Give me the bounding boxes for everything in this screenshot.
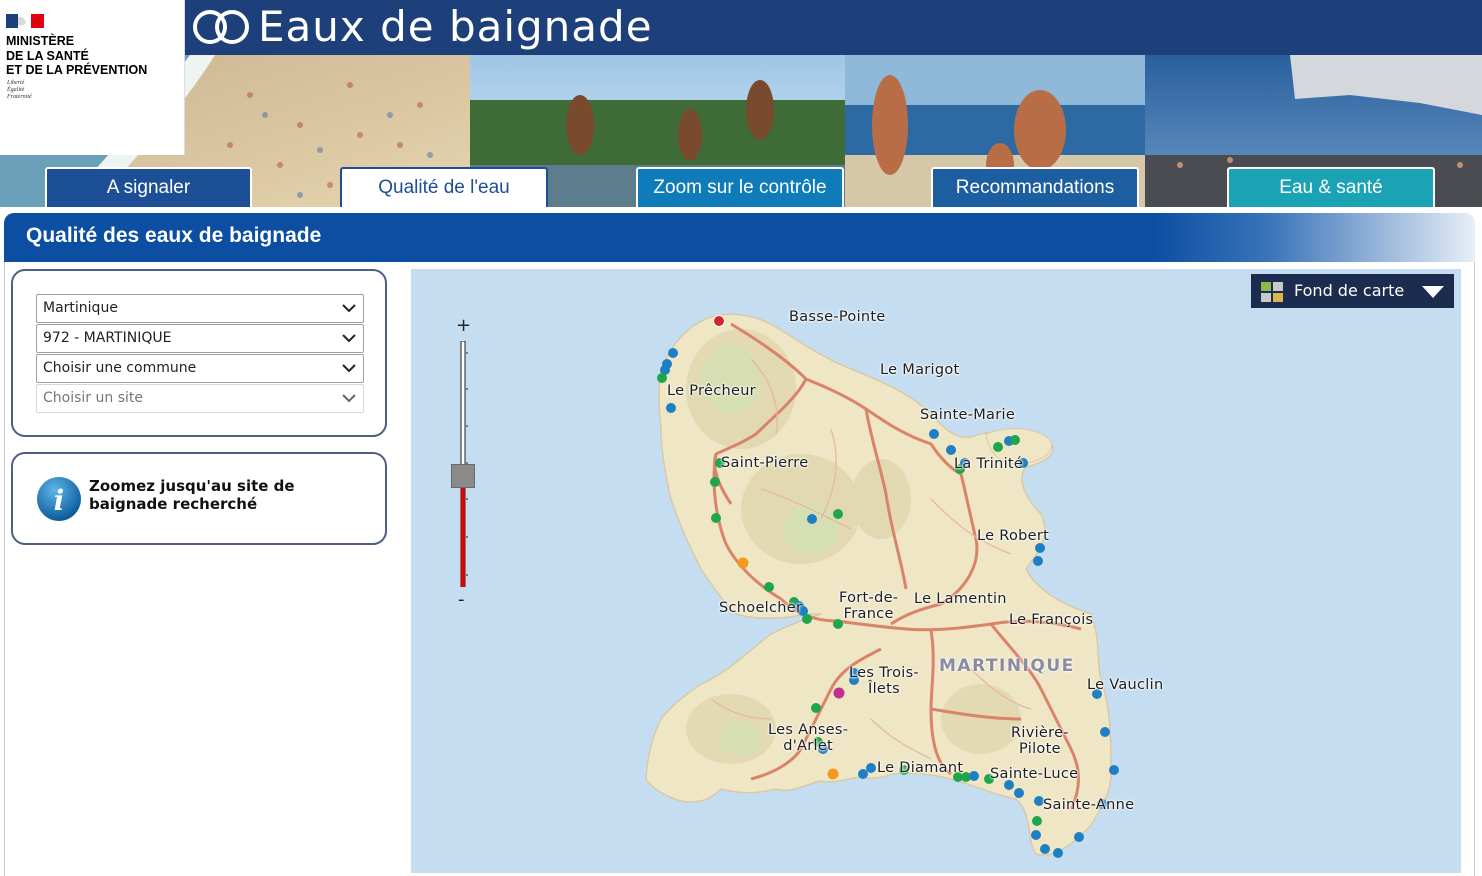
- caret-down-icon: [1422, 286, 1444, 298]
- zoom-slider[interactable]: + -: [451, 317, 475, 617]
- site-marker-orange: [737, 557, 749, 569]
- site-marker-blue: [1035, 543, 1045, 553]
- zoom-thumb[interactable]: [451, 464, 475, 488]
- site-marker-blue: [866, 763, 876, 773]
- site-marker-green: [711, 513, 721, 523]
- site-marker-green: [802, 614, 812, 624]
- info-message: Zoomez jusqu'au site de baignade recherc…: [89, 477, 295, 513]
- site-marker-green: [811, 703, 821, 713]
- ministry-logo[interactable]: MINISTÈRE DE LA SANTÉ ET DE LA PRÉVENTIO…: [0, 0, 185, 155]
- site-marker-blue: [858, 769, 868, 779]
- site-marker-orange: [827, 768, 839, 780]
- ministry-name: MINISTÈRE DE LA SANTÉ ET DE LA PRÉVENTIO…: [6, 34, 148, 77]
- place-label-sainte-marie: Sainte-Marie: [920, 407, 1016, 423]
- site-marker-blue: [1040, 844, 1050, 854]
- place-label-le-precheur: Le Prêcheur: [667, 383, 756, 399]
- site-marker-blue: [666, 403, 676, 413]
- info-panel: i Zoomez jusqu'au site de baignade reche…: [11, 452, 387, 545]
- section-title: Qualité des eaux de baignade: [26, 224, 322, 247]
- basemap-button-label: Fond de carte: [1294, 281, 1405, 300]
- site-marker-blue: [1074, 832, 1084, 842]
- map-view[interactable]: Basse-Pointe Le Marigot Le Prêcheur Sain…: [411, 269, 1461, 873]
- site-marker-magenta: [833, 687, 845, 699]
- place-label-riviere-pilote: Rivière- Pilote: [1011, 725, 1069, 757]
- site-marker-blue: [1014, 788, 1024, 798]
- filter-panel: Martinique 972 - MARTINIQUE Choisir une …: [11, 269, 387, 437]
- place-label-schoelcher: Schoelcher: [719, 600, 803, 616]
- place-label-fort-de-france: Fort-de- France: [839, 590, 899, 622]
- basemap-grid-icon: [1261, 282, 1283, 302]
- site-marker-blue: [1033, 556, 1043, 566]
- place-label-le-francois: Le François: [1009, 612, 1094, 628]
- place-label-saint-pierre: Saint-Pierre: [721, 455, 809, 471]
- site-banner: Eaux de baignade MINISTÈRE DE LA SANTÉ E…: [0, 0, 1482, 207]
- chevron-down-icon: [342, 304, 356, 313]
- place-label-le-diamant: Le Diamant: [877, 760, 964, 776]
- tab-recommandations[interactable]: Recommandations: [931, 167, 1139, 207]
- place-label-le-lamentin: Le Lamentin: [914, 591, 1007, 607]
- site-marker-blue: [1109, 765, 1119, 775]
- commune-select[interactable]: Choisir une commune: [36, 354, 364, 383]
- place-label-les-anses-darlet: Les Anses- d'Arlet: [768, 722, 849, 754]
- site-marker-green: [657, 373, 667, 383]
- info-icon: i: [37, 477, 81, 521]
- site-select-value: Choisir un site: [43, 390, 143, 406]
- place-label-les-trois-ilets: Les Trois- Îlets: [849, 665, 919, 697]
- section-header: Qualité des eaux de baignade: [4, 213, 1475, 262]
- region-select[interactable]: Martinique: [36, 294, 364, 323]
- site-marker-green: [833, 509, 843, 519]
- basemap-button[interactable]: Fond de carte: [1251, 274, 1454, 308]
- site-select[interactable]: Choisir un site: [36, 384, 364, 413]
- marianne-flag-icon: [6, 14, 44, 28]
- site-title: Eaux de baignade: [258, 2, 653, 51]
- tab-zoom-sur-le-controle[interactable]: Zoom sur le contrôle: [636, 167, 844, 207]
- ministry-motto: Liberté Égalité Fraternité: [7, 80, 32, 100]
- region-select-value: Martinique: [43, 300, 118, 316]
- site-marker-green: [1032, 816, 1042, 826]
- island-label: MARTINIQUE: [939, 656, 1075, 676]
- chevron-down-icon: [342, 364, 356, 373]
- site-marker-red: [713, 315, 725, 327]
- department-select-value: 972 - MARTINIQUE: [43, 330, 172, 346]
- svg-text:i: i: [54, 484, 65, 517]
- site-marker-blue: [1031, 830, 1041, 840]
- place-label-sainte-luce: Sainte-Luce: [990, 766, 1079, 782]
- place-label-le-robert: Le Robert: [977, 528, 1050, 544]
- site-marker-blue: [969, 771, 979, 781]
- place-label-sainte-anne: Sainte-Anne: [1043, 797, 1135, 813]
- site-marker-green: [1010, 435, 1020, 445]
- tab-a-signaler[interactable]: A signaler: [45, 167, 252, 207]
- site-marker-green: [764, 582, 774, 592]
- site-marker-blue: [668, 348, 678, 358]
- tab-qualite-de-leau[interactable]: Qualité de l'eau: [340, 167, 548, 207]
- chevron-down-icon: [342, 394, 356, 403]
- place-label-le-marigot: Le Marigot: [880, 362, 960, 378]
- site-marker-green: [993, 442, 1003, 452]
- site-marker-blue: [1053, 848, 1063, 858]
- zoom-out-button[interactable]: -: [458, 591, 465, 609]
- martinique-map[interactable]: [411, 269, 1461, 873]
- place-label-basse-pointe: Basse-Pointe: [789, 309, 886, 325]
- chevron-down-icon: [342, 334, 356, 343]
- site-marker-green: [710, 477, 720, 487]
- site-marker-blue: [946, 445, 956, 455]
- site-marker-blue: [929, 429, 939, 439]
- place-label-le-vauclin: Le Vauclin: [1087, 677, 1164, 693]
- commune-select-value: Choisir une commune: [43, 360, 197, 376]
- site-marker-blue: [1100, 727, 1110, 737]
- place-label-la-trinite: La Trinité: [954, 456, 1024, 472]
- tab-eau-et-sante[interactable]: Eau & santé: [1227, 167, 1435, 207]
- site-marker-blue: [807, 514, 817, 524]
- department-select[interactable]: 972 - MARTINIQUE: [36, 324, 364, 353]
- eaux-logo-icon: [193, 10, 249, 44]
- zoom-in-button[interactable]: +: [456, 317, 471, 335]
